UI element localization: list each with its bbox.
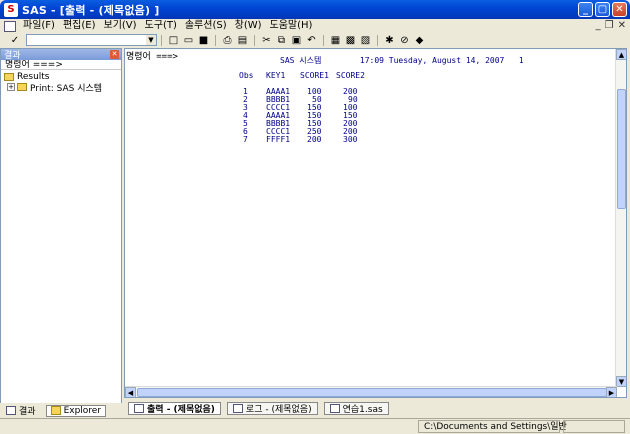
maximize-button[interactable]: ▢ [595, 2, 610, 17]
status-bar: C:\Documents and Settings\일반 [0, 418, 630, 434]
horizontal-scroll-thumb[interactable] [137, 388, 607, 397]
open-folder-icon[interactable]: ▭ [183, 35, 194, 46]
mdi-minimize-button[interactable]: _ [596, 20, 601, 31]
column-header-key1: KEY1 [266, 71, 286, 80]
panel-command-line[interactable]: 명령어 ===> [1, 60, 121, 70]
mdi-restore-button[interactable]: ❐ [605, 20, 614, 31]
output-tab-icon [134, 403, 144, 413]
toolbar-separator [323, 34, 324, 46]
log-tab-icon [232, 403, 243, 413]
results-panel-header: 결과 ✕ [1, 49, 121, 61]
tree-item-print[interactable]: + Print: SAS 시스템 [1, 82, 121, 94]
menu-view[interactable]: 보기(V) [100, 19, 141, 33]
horizontal-scrollbar[interactable]: ◀ ▶ [125, 386, 617, 397]
column-header-obs: Obs [239, 71, 254, 80]
menu-tools[interactable]: 도구(T) [141, 19, 181, 33]
chevron-down-icon[interactable]: ▼ [146, 35, 156, 45]
explorer-tab-icon [50, 406, 61, 415]
table-cell: 200 [307, 135, 322, 144]
output-window[interactable]: 명령어 ===> SAS 시스템 17:09 Tuesday, August 1… [124, 48, 627, 398]
current-directory[interactable]: C:\Documents and Settings\일반 [418, 420, 567, 433]
vertical-scrollbar[interactable]: ▲ ▼ [615, 49, 626, 387]
output-report: SAS 시스템 17:09 Tuesday, August 14, 2007 1… [125, 49, 626, 397]
menu-solutions[interactable]: 솔루션(S) [181, 19, 231, 33]
results-tree: Results + Print: SAS 시스템 [1, 70, 121, 94]
menu-file[interactable]: 파일(F) [19, 19, 59, 33]
scroll-up-icon[interactable]: ▲ [616, 49, 626, 60]
undo-icon[interactable]: ↶ [306, 35, 317, 46]
menu-bar: 파일(F) 편집(E) 보기(V) 도구(T) 솔루션(S) 창(W) 도움말(… [0, 19, 630, 33]
title-bar: S SAS - [출력 - (제목없음) ] _ ▢ ✕ [0, 0, 630, 19]
column-header-score2: SCORE2 [336, 71, 365, 80]
paste-icon[interactable]: ▣ [291, 35, 302, 46]
libraries-icon[interactable]: ▦ [330, 35, 341, 46]
tab-editor[interactable]: 연습1.sas [323, 401, 389, 415]
sas-app-icon[interactable]: S [4, 2, 18, 17]
tab-explorer[interactable]: Explorer [45, 404, 107, 417]
print-icon[interactable]: ⎙ [222, 35, 233, 46]
save-icon[interactable]: ■ [198, 35, 209, 46]
print-preview-icon[interactable]: ▤ [237, 35, 248, 46]
left-panel-tabs: 결과 Explorer [0, 403, 122, 418]
print-folder-icon [17, 83, 27, 91]
vertical-scroll-thumb[interactable] [617, 89, 626, 209]
results-folder-icon [4, 73, 14, 81]
mdi-close-button[interactable]: ✕ [618, 20, 626, 31]
window-tabs: 출력 - (제목없음) 로그 - (제목없음) 연습1.sas [124, 400, 627, 416]
table-cell: 7 [243, 135, 248, 144]
table-cell: FFFF1 [266, 135, 291, 144]
copy-icon[interactable]: ⧉ [276, 35, 287, 46]
panel-title: 결과 [4, 51, 21, 61]
menu-window[interactable]: 창(W) [231, 19, 266, 33]
toolbar: ✓ ▼ □ ▭ ■ ⎙ ▤ ✂ ⧉ ▣ ↶ ▦ ▩ ▧ ✱ ⊘ ◆ [0, 33, 630, 47]
column-header-score1: SCORE1 [300, 71, 329, 80]
panel-close-icon[interactable]: ✕ [110, 50, 119, 59]
results-icon[interactable]: ▧ [360, 35, 371, 46]
status-field [563, 420, 625, 433]
tab-log[interactable]: 로그 - (제목없음) [226, 401, 318, 415]
results-tab-icon [6, 406, 16, 415]
editor-tab-icon [329, 403, 340, 413]
scroll-right-icon[interactable]: ▶ [606, 387, 617, 397]
break-icon[interactable]: ⊘ [399, 35, 410, 46]
toolbar-separator [215, 34, 216, 46]
run-icon[interactable]: ✱ [384, 35, 395, 46]
expand-icon[interactable]: + [7, 83, 15, 91]
new-file-icon[interactable]: □ [168, 35, 179, 46]
tab-output[interactable]: 출력 - (제목없음) [128, 401, 221, 415]
explorer-icon[interactable]: ▩ [345, 35, 356, 46]
checkmark-icon[interactable]: ✓ [8, 35, 22, 46]
results-panel: 결과 ✕ 명령어 ===> Results + Print: SAS 시스템 [0, 48, 122, 418]
minimize-button[interactable]: _ [578, 2, 593, 17]
scroll-left-icon[interactable]: ◀ [125, 387, 136, 397]
toolbar-separator [377, 34, 378, 46]
toolbar-separator [161, 34, 162, 46]
document-icon[interactable] [4, 20, 16, 32]
tab-results[interactable]: 결과 [2, 405, 40, 417]
command-combobox[interactable]: ▼ [26, 34, 157, 46]
cut-icon[interactable]: ✂ [261, 35, 272, 46]
window-title: SAS - [출력 - (제목없음) ] [22, 3, 160, 17]
table-cell: 300 [343, 135, 358, 144]
menu-edit[interactable]: 편집(E) [59, 19, 100, 33]
help-book-icon[interactable]: ◆ [414, 35, 425, 46]
menu-help[interactable]: 도움말(H) [266, 19, 317, 33]
toolbar-separator [254, 34, 255, 46]
close-button[interactable]: ✕ [612, 2, 627, 17]
scroll-down-icon[interactable]: ▼ [616, 376, 626, 387]
report-title: SAS 시스템 17:09 Tuesday, August 14, 2007 1 [280, 56, 524, 65]
